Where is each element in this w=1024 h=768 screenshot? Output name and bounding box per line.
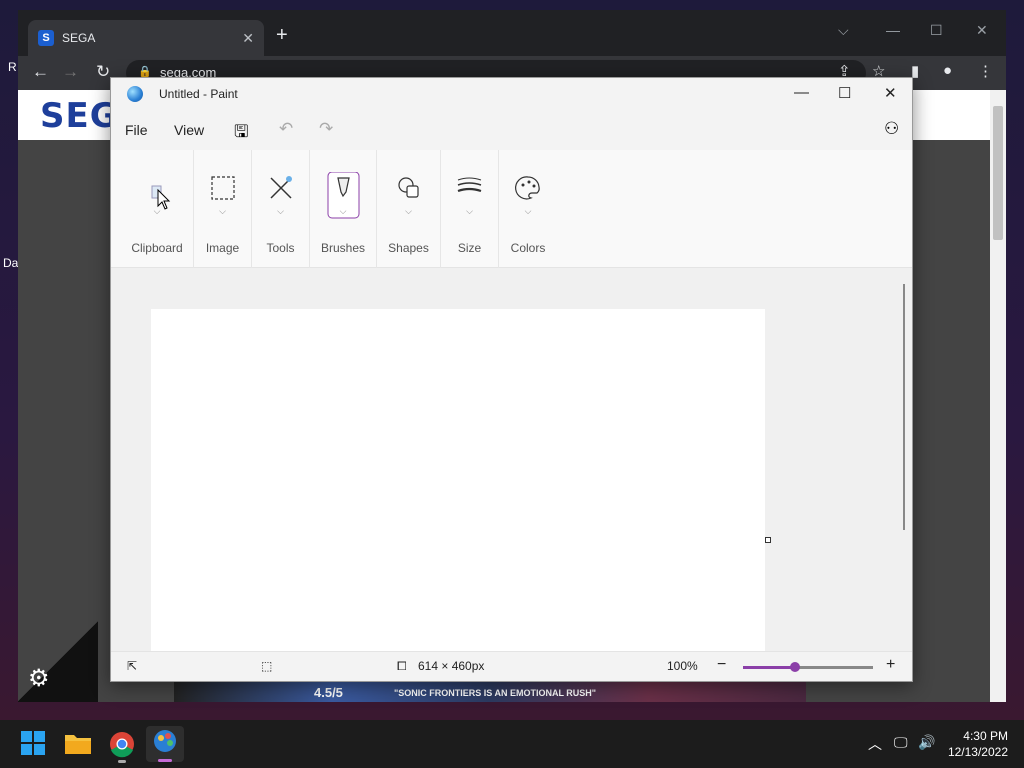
zoom-slider-knob[interactable] [790,662,800,672]
settings-corner[interactable]: ⚙ [18,620,98,702]
redo-icon[interactable]: ↷ [319,119,333,139]
clock[interactable]: 4:30 PM 12/13/2022 [948,728,1008,760]
paint-titlebar: Untitled - Paint — ☐ ✕ [111,78,912,110]
canvas-scrollbar[interactable] [903,284,905,530]
paint-menubar: File View 🖫 ↶ ↷ ⚇ [111,110,912,150]
chevron-down-icon[interactable]: ⌵ [499,206,557,217]
zoom-level-text[interactable]: 100% [667,659,698,673]
active-indicator [158,759,172,762]
canvas-resize-handle[interactable] [765,537,771,543]
ribbon-label: Image [205,241,240,255]
pencil-tools-icon[interactable] [252,170,309,210]
window-title: Untitled - Paint [159,87,238,101]
chevron-down-icon[interactable]: ⌵ [377,206,440,217]
tab-close-button[interactable]: ✕ [242,30,254,47]
volume-icon[interactable]: 🔊 [918,734,935,751]
menu-file[interactable]: File [125,122,148,138]
chevron-down-icon[interactable]: ⌵ [310,206,376,217]
drawing-canvas[interactable] [151,309,765,651]
ribbon-label: Size [457,241,482,255]
pointer-position-icon: ⇱ [127,659,138,673]
zoom-slider[interactable] [743,662,873,672]
chevron-down-icon[interactable]: ⌵ [252,206,309,217]
ribbon-group-tools[interactable]: ⌵ Tools [252,150,310,268]
minimize-button[interactable]: — [886,22,900,38]
canvas-size-icon: ⧠ [397,659,407,673]
ribbon: ⌵ Clipboard ⌵ Image ⌵ Tools ⌵ Brushes ⌵ … [111,150,912,268]
maximize-button[interactable]: ☐ [930,22,943,39]
promo-banner[interactable]: 4.5/5 "SONIC FRONTIERS IS AN EMOTIONAL R… [174,682,806,702]
close-button[interactable]: ✕ [976,22,988,39]
gear-icon[interactable]: ⚙ [28,664,50,693]
running-indicator [118,760,126,763]
ribbon-label: Tools [266,241,295,255]
selection-icon[interactable] [194,170,251,210]
zoom-in-button[interactable]: + [886,656,895,674]
sega-favicon-icon: S [38,30,54,46]
forward-icon[interactable]: → [62,62,79,82]
tab-sega[interactable]: S SEGA ✕ [28,20,264,56]
save-icon[interactable]: 🖫 [234,119,248,148]
ribbon-group-clipboard[interactable]: ⌵ Clipboard [121,150,194,268]
banner-quote: "SONIC FRONTIERS IS AN EMOTIONAL RUSH" [394,688,597,698]
tray-chevron-up-icon[interactable]: ︿ [868,734,882,754]
zoom-slider-fill [743,666,795,669]
ribbon-label: Shapes [388,241,429,255]
desktop-icon-label[interactable]: Da [3,256,18,270]
palette-icon[interactable] [499,170,557,210]
shapes-icon[interactable] [377,170,440,210]
menu-kebab-icon[interactable]: ⋮ [978,62,993,80]
banner-rating: 4.5/5 [314,685,343,700]
undo-icon[interactable]: ↶ [279,119,293,139]
menu-view[interactable]: View [174,122,204,138]
chevron-down-icon[interactable]: ⌵ [441,206,498,217]
desktop-icon-label[interactable]: R [8,60,17,74]
paint-close-button[interactable]: ✕ [884,84,897,102]
paint-app-icon [127,86,143,102]
tab-title: SEGA [62,31,96,45]
paint-taskbar-icon[interactable] [146,726,184,762]
ribbon-label: Clipboard [131,241,183,255]
account-icon[interactable]: ⚇ [884,119,899,139]
selection-size-icon: ⬚ [261,659,273,673]
clipboard-icon[interactable] [121,170,193,210]
ribbon-group-size[interactable]: ⌵ Size [441,150,499,268]
chevron-down-icon[interactable]: ⌵ [121,206,193,217]
stroke-size-icon[interactable] [441,170,498,210]
status-bar: ⇱ ⬚ ⧠ 614 × 460px 100% − + [111,651,912,681]
reload-icon[interactable]: ↻ [96,62,110,82]
chrome-icon[interactable] [108,730,136,763]
ribbon-label: Brushes [320,241,366,255]
ribbon-label: Colors [510,241,546,255]
new-tab-button[interactable]: + [276,24,288,47]
clock-date: 12/13/2022 [947,745,1008,759]
ribbon-group-brushes[interactable]: ⌵ Brushes [310,150,377,268]
file-explorer-icon[interactable] [64,730,92,758]
canvas-area [111,268,912,651]
back-icon[interactable]: ← [32,62,49,82]
start-windows-icon[interactable] [20,730,48,758]
tab-strip: S SEGA ✕ + ⌵ — ☐ ✕ [18,10,1006,56]
ribbon-group-shapes[interactable]: ⌵ Shapes [377,150,441,268]
chevron-down-icon[interactable]: ⌵ [194,206,251,217]
taskbar: ︿ 🖵 🔊 4:30 PM 12/13/2022 [0,720,1024,768]
page-scrollbar[interactable] [990,90,1006,702]
paint-maximize-button[interactable]: ☐ [838,84,851,102]
ribbon-group-colors[interactable]: ⌵ Colors [499,150,557,268]
profile-icon[interactable]: ● [943,62,952,79]
ribbon-group-image[interactable]: ⌵ Image [194,150,252,268]
canvas-size-text: 614 × 460px [418,659,485,673]
paint-window: Untitled - Paint — ☐ ✕ File View 🖫 ↶ ↷ ⚇… [110,77,913,682]
network-icon[interactable]: 🖵 [894,734,908,751]
clock-time: 4:30 PM [963,729,1008,743]
zoom-out-button[interactable]: − [717,656,726,674]
tab-search-chevron-icon[interactable]: ⌵ [838,22,849,39]
paint-minimize-button[interactable]: — [794,84,809,101]
scrollbar-thumb[interactable] [993,106,1003,240]
